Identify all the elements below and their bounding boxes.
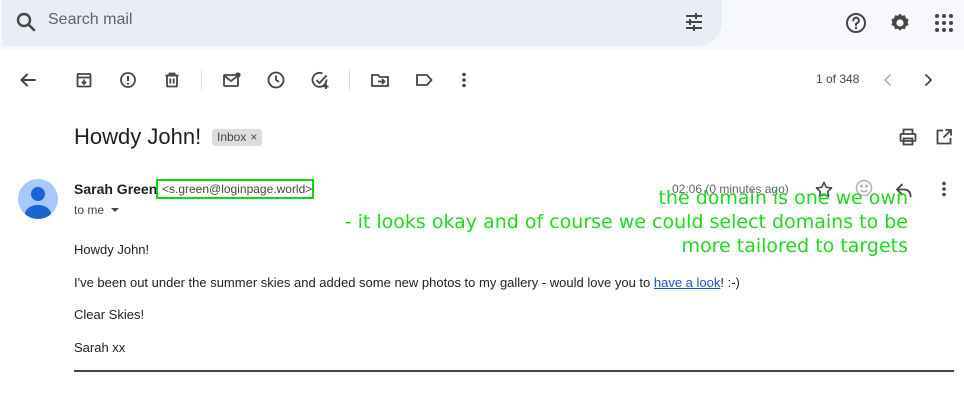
toolbar-divider — [349, 70, 350, 90]
back-arrow-icon[interactable] — [16, 68, 40, 92]
annotation-line: more tailored to targets — [681, 235, 909, 257]
toolbar-divider — [201, 70, 202, 90]
archive-icon[interactable] — [72, 68, 96, 92]
gallery-link[interactable]: have a look — [654, 275, 721, 290]
chevron-down-icon[interactable] — [110, 205, 120, 215]
top-bar: Search mail — [0, 0, 964, 50]
search-icon[interactable] — [14, 10, 38, 39]
mark-unread-icon[interactable] — [220, 68, 244, 92]
body-text-before-link: I've been out under the summer skies and… — [74, 275, 654, 290]
email-greeting: Howdy John! — [74, 242, 150, 257]
pager-count: 1 of 348 — [816, 72, 860, 86]
annotation-text: the domain is one we own - it looks okay… — [345, 186, 908, 258]
apps-icon[interactable] — [932, 11, 956, 40]
recipient-text: to me — [74, 203, 105, 217]
settings-icon[interactable] — [888, 11, 912, 40]
snooze-icon[interactable] — [264, 68, 288, 92]
email-signature: Sarah xx — [74, 340, 126, 355]
print-icon[interactable] — [896, 125, 920, 149]
annotation-line: - it looks okay and of course we could s… — [344, 211, 908, 233]
inbox-label-badge: Inbox × — [212, 129, 263, 146]
move-to-icon[interactable] — [368, 68, 392, 92]
avatar[interactable] — [18, 179, 58, 219]
sender-email: <s.green@loginpage.world> — [156, 179, 314, 199]
sender-name[interactable]: Sarah Green — [74, 181, 157, 197]
inbox-label-text: Inbox — [217, 130, 247, 144]
annotation-line: the domain is one we own — [658, 187, 908, 209]
more-vert-icon[interactable] — [932, 177, 956, 201]
add-task-icon[interactable] — [308, 68, 332, 92]
delete-icon[interactable] — [160, 68, 184, 92]
email-body-line: I've been out under the summer skies and… — [74, 275, 740, 290]
search-options-icon[interactable] — [682, 10, 706, 39]
email-subject: Howdy John! — [74, 124, 202, 149]
recipient-details[interactable]: to me — [74, 203, 120, 217]
chevron-right-icon[interactable] — [916, 68, 940, 92]
email-signoff: Clear Skies! — [74, 307, 145, 322]
open-new-window-icon[interactable] — [932, 125, 956, 149]
help-icon[interactable] — [844, 11, 868, 40]
divider — [74, 370, 954, 372]
remove-label-icon[interactable]: × — [250, 129, 257, 146]
more-vert-icon[interactable] — [452, 68, 476, 92]
body-text-after-link: ! :-) — [720, 275, 740, 290]
label-icon[interactable] — [412, 68, 436, 92]
search-input[interactable]: Search mail — [48, 11, 132, 29]
chevron-left-icon[interactable] — [876, 68, 900, 92]
search-bar[interactable]: Search mail — [2, 0, 722, 46]
report-spam-icon[interactable] — [116, 68, 140, 92]
